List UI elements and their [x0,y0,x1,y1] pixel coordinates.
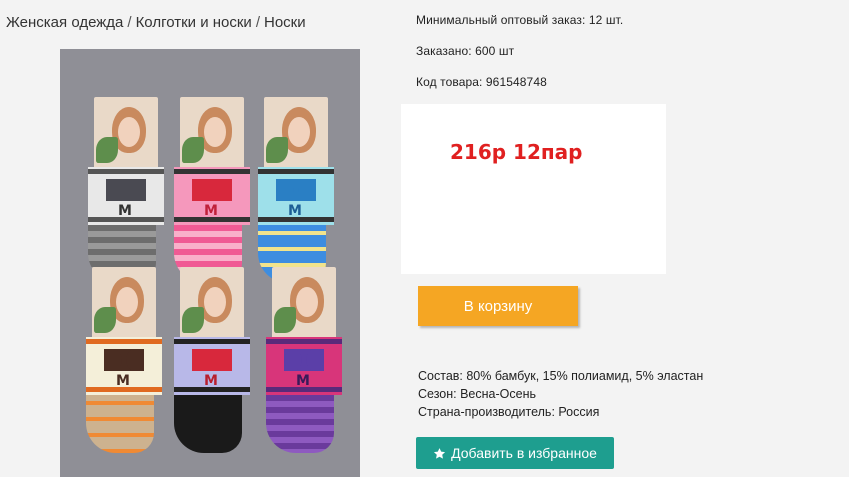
breadcrumb-separator: / [127,14,132,31]
favorite-label: Добавить в избранное [451,445,597,461]
sock-pair-beige: M [86,267,162,455]
breadcrumb-link-tights-socks[interactable]: Колготки и носки [136,14,252,31]
add-to-favorites-button[interactable]: Добавить в избранное [416,437,614,469]
star-icon [434,447,446,459]
composition-text: Состав: 80% бамбук, 15% полиамид, 5% эла… [418,369,704,383]
breadcrumb-separator: / [255,14,260,31]
sock-pair-purple: M [266,267,342,455]
packaging-card [94,97,158,171]
product-specs: Состав: 80% бамбук, 15% полиамид, 5% эла… [418,367,703,421]
product-image[interactable]: M M M M M M [60,49,360,477]
breadcrumb: Женская одежда / Колготки и носки / Носки [6,14,306,31]
sock-pair-grey: M [88,97,164,285]
sku-text: Код товара: 961548748 [416,75,547,89]
country-text: Страна-производитель: Россия [418,405,600,419]
breadcrumb-current-socks: Носки [263,14,306,31]
ordered-count-text: Заказано: 600 шт [416,44,515,58]
season-text: Сезон: Весна-Осень [418,387,536,401]
breadcrumb-link-womens-clothing[interactable]: Женская одежда [6,14,123,31]
min-order-text: Минимальный оптовый заказ: 12 шт. [416,13,624,27]
add-to-cart-button[interactable]: В корзину [418,286,578,326]
sock-pair-pink: M [174,97,250,285]
sock-pair-black: M [174,267,250,455]
price-note: 216р 12пар [450,140,583,164]
sock-pair-blue: M [258,97,334,285]
price-note-box: 216р 12пар [401,104,666,274]
